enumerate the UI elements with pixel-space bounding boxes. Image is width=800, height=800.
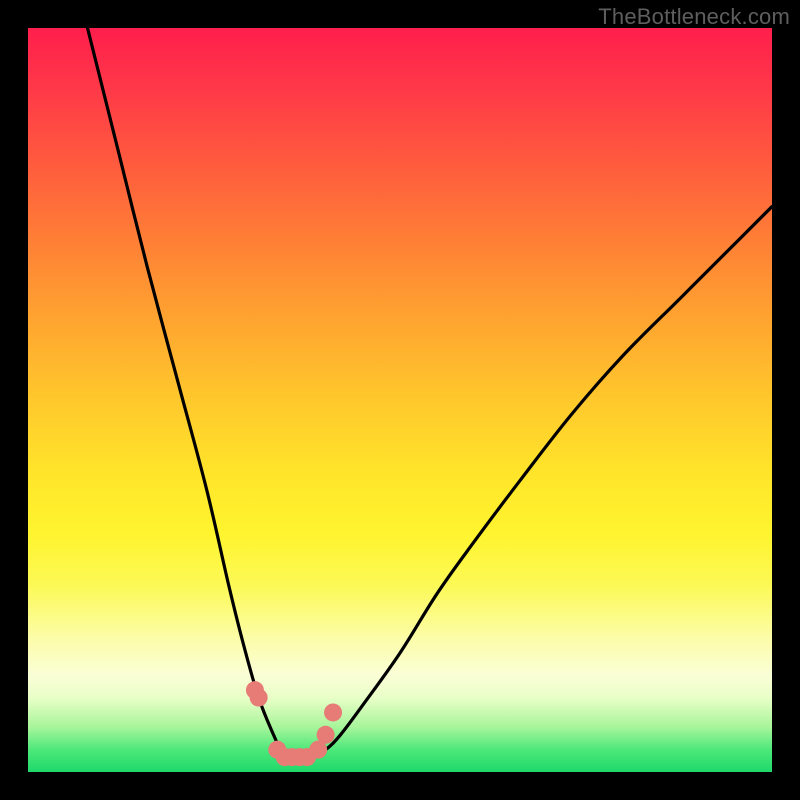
- marker-layer: [246, 681, 342, 766]
- highlight-dot: [317, 726, 335, 744]
- bottleneck-curve-svg: [28, 28, 772, 772]
- highlight-dot: [250, 689, 268, 707]
- bottleneck-curve-path: [88, 28, 772, 758]
- plot-area: [28, 28, 772, 772]
- highlight-dot: [324, 703, 342, 721]
- curve-layer: [88, 28, 772, 758]
- chart-frame: TheBottleneck.com: [0, 0, 800, 800]
- watermark-text: TheBottleneck.com: [598, 4, 790, 30]
